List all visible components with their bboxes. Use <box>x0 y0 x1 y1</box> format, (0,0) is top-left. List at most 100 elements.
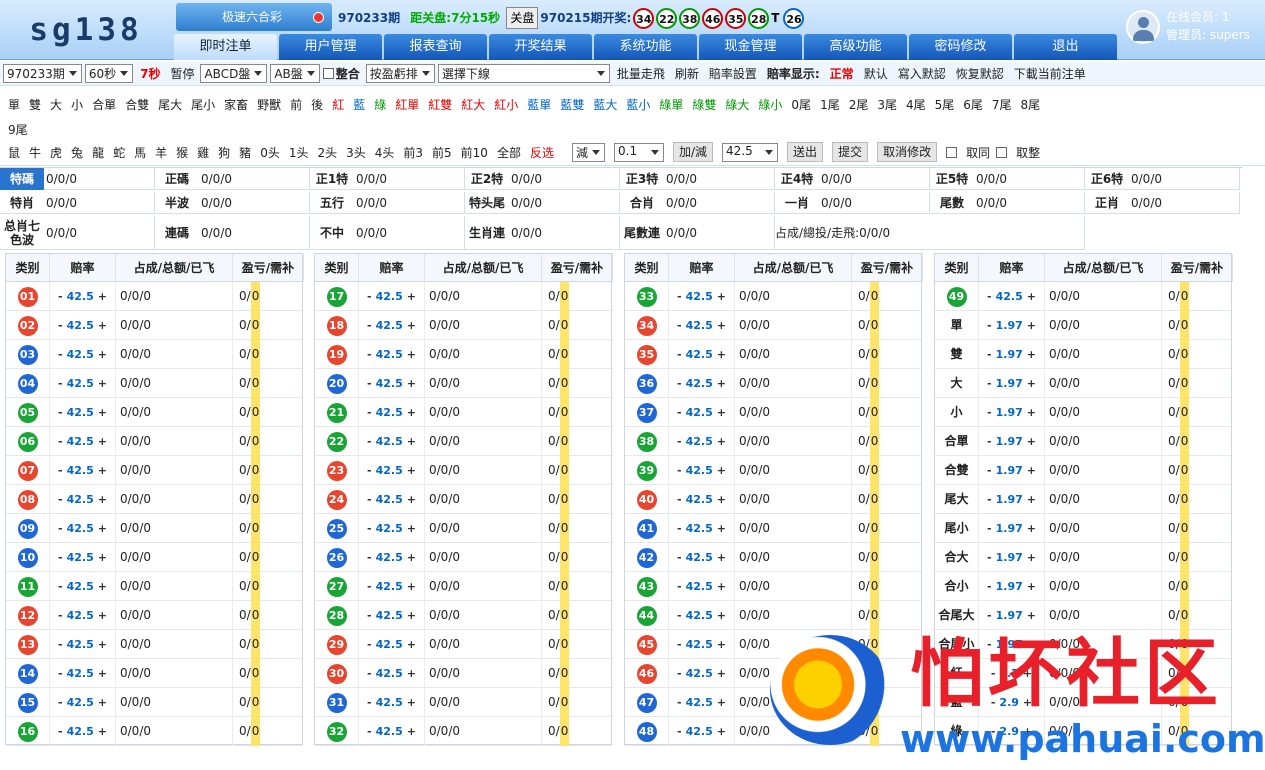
odds-minus-button[interactable]: - <box>987 290 992 303</box>
odds-value[interactable]: 42.5 <box>376 667 403 680</box>
odds-plus-button[interactable]: + <box>717 609 726 622</box>
number-ball[interactable]: 05 <box>17 402 38 423</box>
number-ball[interactable]: 39 <box>636 460 657 481</box>
odds-normal-button[interactable]: 正常 <box>826 64 858 84</box>
amount-cell[interactable]: 0/0/0 <box>425 311 542 340</box>
quick-select-item[interactable]: 龍 <box>92 144 104 161</box>
odds-value[interactable]: 42.5 <box>376 522 403 535</box>
number-ball[interactable]: 45 <box>636 634 657 655</box>
amount-cell[interactable]: 0/0/0 <box>425 717 542 746</box>
amount-cell[interactable]: 0/0/0 <box>425 630 542 659</box>
nav-tab[interactable]: 开奖结果 <box>489 34 592 60</box>
quick-select-item[interactable]: 7尾 <box>992 96 1012 113</box>
odds-minus-button[interactable]: - <box>367 290 372 303</box>
merge-checkbox[interactable] <box>322 68 334 79</box>
toolbar-button[interactable]: 恢复默認 <box>952 64 1008 84</box>
number-ball[interactable]: 38 <box>636 431 657 452</box>
odds-plus-button[interactable]: + <box>1027 319 1036 332</box>
odds-value[interactable]: 1.97 <box>996 522 1023 535</box>
odds-minus-button[interactable]: - <box>58 493 63 506</box>
odds-plus-button[interactable]: + <box>407 348 416 361</box>
number-ball[interactable]: 48 <box>636 721 657 742</box>
odds-plus-button[interactable]: + <box>407 290 416 303</box>
odds-value[interactable]: 42.5 <box>686 493 713 506</box>
number-ball[interactable]: 27 <box>326 576 347 597</box>
odds-plus-button[interactable]: + <box>1027 435 1036 448</box>
odds-value[interactable]: 42.5 <box>376 551 403 564</box>
odds-plus-button[interactable]: + <box>98 638 107 651</box>
odds-plus-button[interactable]: + <box>98 464 107 477</box>
number-ball[interactable]: 35 <box>636 344 657 365</box>
odds-plus-button[interactable]: + <box>98 493 107 506</box>
quick-select-item[interactable]: 反选 <box>530 144 554 161</box>
odds-value[interactable]: 42.5 <box>686 667 713 680</box>
odds-minus-button[interactable]: - <box>58 290 63 303</box>
odds-plus-button[interactable]: + <box>717 406 726 419</box>
operation-select[interactable]: 減 <box>571 142 605 162</box>
odds-minus-button[interactable]: - <box>58 348 63 361</box>
odds-plus-button[interactable]: + <box>1027 348 1036 361</box>
quick-select-item[interactable]: 合雙 <box>125 96 149 113</box>
odds-value[interactable]: 1.97 <box>996 464 1023 477</box>
number-ball[interactable]: 22 <box>326 431 347 452</box>
odds-value[interactable]: 42.5 <box>686 377 713 390</box>
odds-plus-button[interactable]: + <box>717 435 726 448</box>
adjust-button[interactable]: 加/減 <box>673 142 714 162</box>
odds-value[interactable]: 42.5 <box>686 580 713 593</box>
odds-plus-button[interactable]: + <box>1027 551 1036 564</box>
odds-value[interactable]: 42.5 <box>686 551 713 564</box>
amount-cell[interactable]: 0/0/0 <box>735 282 852 311</box>
toolbar-button[interactable]: 批量走飛 <box>613 64 669 84</box>
plate-select-1[interactable]: ABCD盤 <box>200 64 268 83</box>
nav-tab[interactable]: 退出 <box>1014 34 1117 60</box>
odds-plus-button[interactable]: + <box>717 348 726 361</box>
odds-plus-button[interactable]: + <box>1027 580 1036 593</box>
odds-plus-button[interactable]: + <box>1027 493 1036 506</box>
odds-value[interactable]: 42.5 <box>686 435 713 448</box>
odds-plus-button[interactable]: + <box>98 667 107 680</box>
quick-select-item[interactable]: 猴 <box>176 144 188 161</box>
odds-plus-button[interactable]: + <box>98 319 107 332</box>
amount-cell[interactable]: 0/0/0 <box>425 601 542 630</box>
amount-cell[interactable]: 0/0/0 <box>116 369 233 398</box>
number-ball[interactable]: 26 <box>326 547 347 568</box>
odds-minus-button[interactable]: - <box>367 609 372 622</box>
same-checkbox[interactable] <box>946 146 958 158</box>
odds-plus-button[interactable]: + <box>1027 464 1036 477</box>
odds-value[interactable]: 42.5 <box>996 290 1023 303</box>
amount-cell[interactable]: 0/0/0 <box>425 369 542 398</box>
number-ball[interactable]: 21 <box>326 402 347 423</box>
submit-button[interactable]: 提交 <box>832 142 869 162</box>
number-ball[interactable]: 03 <box>17 344 38 365</box>
category-label[interactable]: 小 <box>950 405 962 419</box>
amount-cell[interactable]: 0/0/0 <box>425 688 542 717</box>
odds-plus-button[interactable]: + <box>1027 522 1036 535</box>
odds-value[interactable]: 42.5 <box>376 493 403 506</box>
nav-tab[interactable]: 高级功能 <box>804 34 907 60</box>
odds-minus-button[interactable]: - <box>58 319 63 332</box>
odds-plus-button[interactable]: + <box>98 377 107 390</box>
quick-select-item[interactable]: 前3 <box>403 144 423 161</box>
amount-cell[interactable]: 0/0/0 <box>116 514 233 543</box>
quick-select-item[interactable]: 前10 <box>461 144 488 161</box>
odds-minus-button[interactable]: - <box>677 522 682 535</box>
number-ball[interactable]: 34 <box>636 315 657 336</box>
odds-plus-button[interactable]: + <box>98 609 107 622</box>
amount-cell[interactable]: 0/0/0 <box>116 485 233 514</box>
amount-cell[interactable]: 0/0/0 <box>735 369 852 398</box>
odds-value[interactable]: 42.5 <box>67 609 94 622</box>
odds-value[interactable]: 42.5 <box>67 522 94 535</box>
quick-select-item[interactable]: 0头 <box>260 144 280 161</box>
odds-minus-button[interactable]: - <box>987 348 992 361</box>
amount-cell[interactable]: 0/0/0 <box>1045 369 1162 398</box>
quick-select-item[interactable]: 綠小 <box>758 96 782 113</box>
plate-select-2[interactable]: AB盤 <box>270 64 320 83</box>
amount-cell[interactable]: 0/0/0 <box>116 659 233 688</box>
odds-plus-button[interactable]: + <box>1027 290 1036 303</box>
quick-select-item[interactable]: 0尾 <box>791 96 811 113</box>
odds-value[interactable]: 1.97 <box>996 319 1023 332</box>
odds-plus-button[interactable]: + <box>1027 406 1036 419</box>
amount-cell[interactable]: 0/0/0 <box>116 601 233 630</box>
quick-select-item[interactable]: 鼠 <box>8 144 20 161</box>
quick-select-item[interactable]: 藍 <box>353 96 365 113</box>
